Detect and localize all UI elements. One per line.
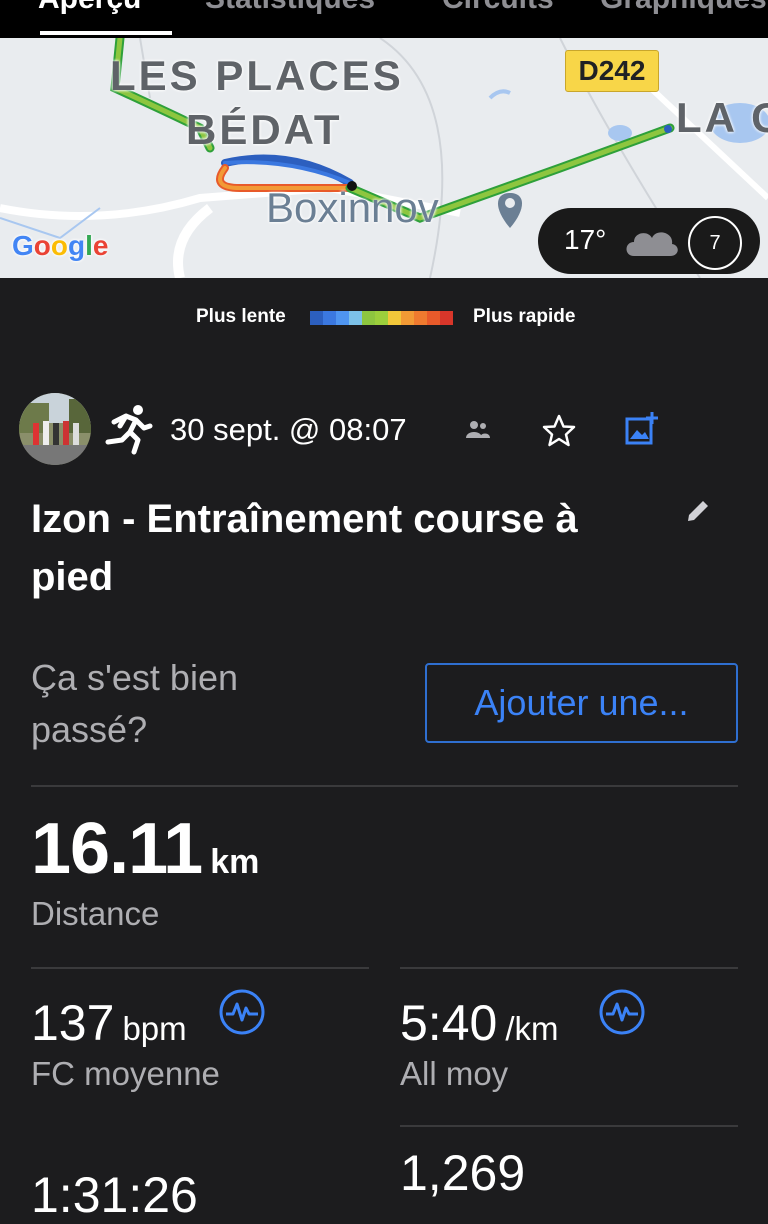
active-tab-indicator bbox=[40, 31, 172, 35]
tab-apercu[interactable]: Aperçu bbox=[38, 0, 141, 16]
divider bbox=[31, 967, 369, 969]
distance-value: 16.11 km bbox=[31, 808, 259, 890]
map-place-label: LES PLACES bbox=[110, 52, 404, 99]
distance-unit: km bbox=[210, 843, 260, 881]
legend-color-bar bbox=[310, 311, 453, 325]
pace-label: All moy bbox=[400, 1055, 509, 1092]
edit-icon[interactable] bbox=[684, 497, 712, 530]
legend-swatch bbox=[401, 311, 414, 325]
activity-date: 30 sept. @ 08:07 bbox=[170, 412, 407, 447]
legend-swatch bbox=[375, 311, 388, 325]
map-place-label-line2: BÉDAT bbox=[186, 106, 343, 153]
temperature: 17° bbox=[564, 224, 607, 255]
tab-graphiques[interactable]: Graphiques bbox=[600, 0, 767, 16]
calories-value: 1,269 bbox=[400, 1144, 525, 1202]
divider bbox=[400, 967, 738, 969]
pace-value: 5:40/km bbox=[400, 994, 559, 1052]
map-poi-label: Boxinnov bbox=[266, 184, 439, 231]
star-icon[interactable] bbox=[542, 414, 576, 453]
tab-circuits[interactable]: Circuits bbox=[442, 0, 554, 16]
divider bbox=[400, 1125, 738, 1127]
divider bbox=[31, 785, 738, 787]
time-number: 1:31:26 bbox=[31, 1167, 198, 1223]
road-badge: D242 bbox=[565, 50, 659, 92]
pace-number: 5:40 bbox=[400, 995, 498, 1051]
heart-rate-value: 137 bpm bbox=[31, 994, 187, 1052]
add-feedback-button[interactable]: Ajouter une... bbox=[425, 663, 738, 743]
google-logo: Google bbox=[12, 230, 109, 261]
heart-rate-label: FC moyenne bbox=[31, 1055, 220, 1092]
activity-header: 30 sept. @ 08:07 bbox=[0, 390, 768, 470]
pulse-icon[interactable] bbox=[598, 988, 646, 1041]
activity-title: Izon - Entraînement course à pied bbox=[31, 497, 578, 599]
feedback-question: Ça s'est bien passé? bbox=[31, 657, 238, 750]
tab-statistiques[interactable]: Statistiques bbox=[205, 0, 375, 16]
distance-number: 16.11 bbox=[31, 809, 203, 889]
distance-label: Distance bbox=[31, 895, 160, 932]
pace-legend: Plus lente Plus rapide bbox=[0, 302, 768, 332]
heart-rate-number: 137 bbox=[31, 995, 115, 1051]
wind-speed-icon: 7 bbox=[688, 216, 742, 270]
legend-fast-label: Plus rapide bbox=[473, 306, 576, 327]
add-photo-icon[interactable] bbox=[624, 410, 660, 451]
route-map[interactable]: LES PLACES BÉDAT D242 LA C Boxinnov Goog… bbox=[0, 38, 768, 278]
legend-slow-label: Plus lente bbox=[196, 306, 286, 327]
legend-swatch bbox=[323, 311, 336, 325]
weather-widget[interactable]: 17° 7 bbox=[538, 208, 760, 274]
pulse-icon[interactable] bbox=[218, 988, 266, 1041]
calories-number: 1,269 bbox=[400, 1145, 526, 1201]
tab-bar: Aperçu Statistiques Circuits Graphiques bbox=[0, 0, 768, 38]
legend-swatch bbox=[336, 311, 349, 325]
time-value: 1:31:26 bbox=[31, 1166, 198, 1224]
running-icon bbox=[100, 402, 154, 461]
legend-swatch bbox=[388, 311, 401, 325]
legend-swatch bbox=[440, 311, 453, 325]
legend-swatch bbox=[310, 311, 323, 325]
legend-swatch bbox=[427, 311, 440, 325]
map-town-label: LA C bbox=[676, 94, 768, 141]
group-icon bbox=[466, 420, 490, 445]
legend-swatch bbox=[349, 311, 362, 325]
pace-unit: /km bbox=[505, 1010, 559, 1047]
legend-swatch bbox=[414, 311, 427, 325]
heart-rate-unit: bpm bbox=[122, 1010, 187, 1047]
legend-swatch bbox=[362, 311, 375, 325]
avatar[interactable] bbox=[19, 393, 91, 465]
